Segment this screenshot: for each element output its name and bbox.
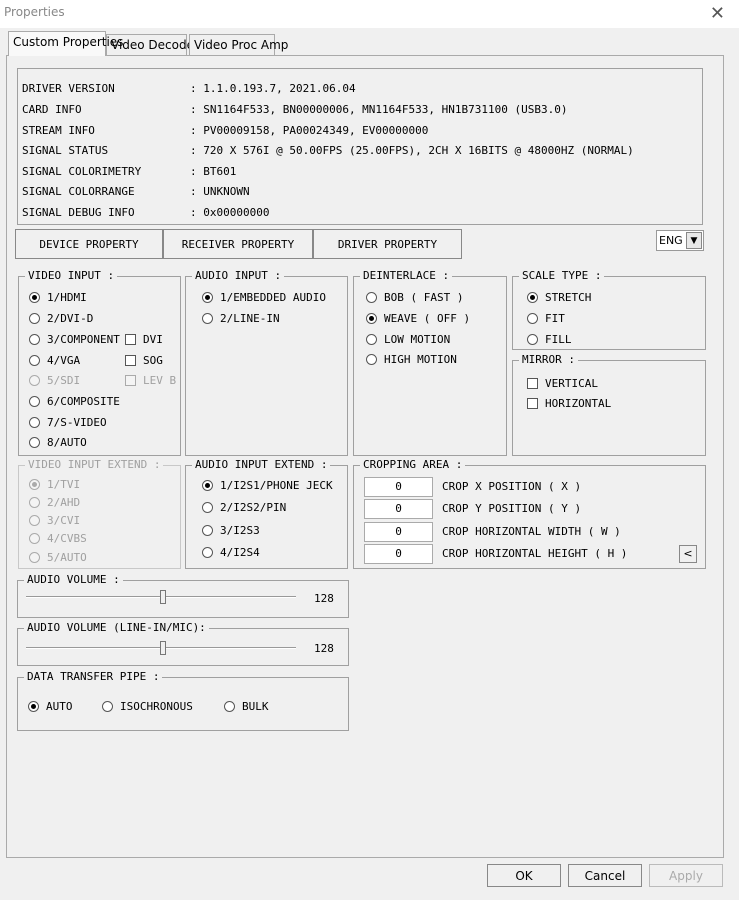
audio-extend-i2s2-radio[interactable]: 2/I2S2/PIN xyxy=(202,500,286,515)
extend-auto-radio: 5/AUTO xyxy=(29,550,87,565)
title-bar xyxy=(0,0,739,28)
audio-input-embedded-radio[interactable]: 1/EMBEDDED AUDIO xyxy=(202,290,326,305)
crop-x-label: CROP X POSITION ( X ) xyxy=(442,480,582,493)
window-title: Properties xyxy=(4,5,65,19)
extend-tvi-radio: 1/TVI xyxy=(29,477,80,492)
video-input-composite-radio[interactable]: 6/COMPOSITE xyxy=(29,394,120,409)
scale-type-label: SCALE TYPE : xyxy=(519,269,605,282)
scale-fill-radio[interactable]: FILL xyxy=(527,332,572,347)
extend-cvi-radio: 3/CVI xyxy=(29,513,80,528)
audio-extend-i2s3-radio[interactable]: 3/I2S3 xyxy=(202,523,260,538)
info-panel: DRIVER VERSION: 1.1.0.193.7, 2021.06.04 … xyxy=(17,68,703,225)
crop-y-input[interactable]: 0 xyxy=(364,499,433,519)
deinterlace-weave-radio[interactable]: WEAVE ( OFF ) xyxy=(366,311,470,326)
audio-input-extend-label: AUDIO INPUT EXTEND : xyxy=(192,458,331,471)
dvi-checkbox[interactable]: DVI xyxy=(125,332,163,347)
crop-y-label: CROP Y POSITION ( Y ) xyxy=(442,502,582,515)
extend-ahd-radio: 2/AHD xyxy=(29,495,80,510)
mirror-label: MIRROR : xyxy=(519,353,578,366)
scale-fit-radio[interactable]: FIT xyxy=(527,311,565,326)
crop-x-input[interactable]: 0 xyxy=(364,477,433,497)
crop-back-button[interactable]: < xyxy=(679,545,697,563)
deinterlace-low-motion-radio[interactable]: LOW MOTION xyxy=(366,332,450,347)
deinterlace-group: DEINTERLACE : BOB ( FAST ) WEAVE ( OFF )… xyxy=(353,269,507,456)
audio-input-label: AUDIO INPUT : xyxy=(192,269,285,282)
crop-height-label: CROP HORIZONTAL HEIGHT ( H ) xyxy=(442,547,628,560)
crop-height-input[interactable]: 0 xyxy=(364,544,433,564)
video-input-component-radio[interactable]: 3/COMPONENT xyxy=(29,332,120,347)
audio-volume-line-value: 128 xyxy=(314,642,334,655)
video-input-label: VIDEO INPUT : xyxy=(25,269,118,282)
deinterlace-bob-radio[interactable]: BOB ( FAST ) xyxy=(366,290,463,305)
receiver-property-button[interactable]: RECEIVER PROPERTY xyxy=(163,229,313,259)
video-input-extend-label: VIDEO INPUT EXTEND : xyxy=(25,458,164,471)
data-transfer-pipe-group: DATA TRANSFER PIPE : AUTO ISOCHRONOUS BU… xyxy=(17,670,349,731)
audio-volume-value: 128 xyxy=(314,592,334,605)
crop-width-label: CROP HORIZONTAL WIDTH ( W ) xyxy=(442,525,621,538)
scale-type-group: SCALE TYPE : STRETCH FIT FILL xyxy=(512,269,706,350)
cropping-area-label: CROPPING AREA : xyxy=(360,458,466,471)
audio-input-extend-group: AUDIO INPUT EXTEND : 1/I2S1/PHONE JECK 2… xyxy=(185,458,348,569)
language-value: ENG xyxy=(659,234,683,247)
sog-checkbox[interactable]: SOG xyxy=(125,353,163,368)
audio-volume-line-group: AUDIO VOLUME (LINE-IN/MIC): 128 xyxy=(17,621,349,666)
audio-input-group: AUDIO INPUT : 1/EMBEDDED AUDIO 2/LINE-IN xyxy=(185,269,348,456)
audio-extend-i2s4-radio[interactable]: 4/I2S4 xyxy=(202,545,260,560)
pipe-auto-radio[interactable]: AUTO xyxy=(28,699,73,714)
audio-volume-line-slider-thumb[interactable] xyxy=(160,641,166,655)
data-transfer-pipe-label: DATA TRANSFER PIPE : xyxy=(24,670,163,683)
chevron-down-icon[interactable]: ▼ xyxy=(686,232,702,249)
ok-button[interactable]: OK xyxy=(487,864,561,887)
mirror-vertical-checkbox[interactable]: VERTICAL xyxy=(527,376,598,391)
pipe-bulk-radio[interactable]: BULK xyxy=(224,699,269,714)
audio-extend-i2s1-radio[interactable]: 1/I2S1/PHONE JECK xyxy=(202,478,333,493)
video-input-sdi-radio: 5/SDI xyxy=(29,373,80,388)
scale-stretch-radio[interactable]: STRETCH xyxy=(527,290,591,305)
audio-volume-line-label: AUDIO VOLUME (LINE-IN/MIC): xyxy=(24,621,209,634)
close-icon[interactable]: ✕ xyxy=(710,3,725,24)
cropping-area-group: CROPPING AREA : 0 CROP X POSITION ( X ) … xyxy=(353,458,706,569)
pipe-isochronous-radio[interactable]: ISOCHRONOUS xyxy=(102,699,193,714)
video-input-auto-radio[interactable]: 8/AUTO xyxy=(29,435,87,450)
tab-video-proc-amp[interactable]: Video Proc Amp xyxy=(189,34,288,55)
video-input-extend-group: VIDEO INPUT EXTEND : 1/TVI 2/AHD 3/CVI 4… xyxy=(18,458,181,569)
audio-input-linein-radio[interactable]: 2/LINE-IN xyxy=(202,311,280,326)
device-property-button[interactable]: DEVICE PROPERTY xyxy=(15,229,163,259)
driver-property-button[interactable]: DRIVER PROPERTY xyxy=(313,229,462,259)
video-input-vga-radio[interactable]: 4/VGA xyxy=(29,353,80,368)
mirror-group: MIRROR : VERTICAL HORIZONTAL xyxy=(512,353,706,456)
video-input-group: VIDEO INPUT : 1/HDMI 2/DVI-D 3/COMPONENT… xyxy=(18,269,181,456)
cancel-button[interactable]: Cancel xyxy=(568,864,642,887)
language-select[interactable]: ENG ▼ xyxy=(656,230,704,251)
mirror-horizontal-checkbox[interactable]: HORIZONTAL xyxy=(527,396,611,411)
video-input-dvid-radio[interactable]: 2/DVI-D xyxy=(29,311,93,326)
video-input-hdmi-radio[interactable]: 1/HDMI xyxy=(29,290,87,305)
audio-volume-label: AUDIO VOLUME : xyxy=(24,573,123,586)
deinterlace-high-motion-radio[interactable]: HIGH MOTION xyxy=(366,352,457,367)
video-input-svideo-radio[interactable]: 7/S-VIDEO xyxy=(29,415,107,430)
deinterlace-label: DEINTERLACE : xyxy=(360,269,453,282)
apply-button[interactable]: Apply xyxy=(649,864,723,887)
audio-volume-group: AUDIO VOLUME : 128 xyxy=(17,573,349,618)
audio-volume-slider-thumb[interactable] xyxy=(160,590,166,604)
extend-cvbs-radio: 4/CVBS xyxy=(29,531,87,546)
lev-b-checkbox: LEV B xyxy=(125,373,176,388)
crop-width-input[interactable]: 0 xyxy=(364,522,433,542)
tab-custom-properties[interactable]: Custom Properties xyxy=(8,31,123,56)
